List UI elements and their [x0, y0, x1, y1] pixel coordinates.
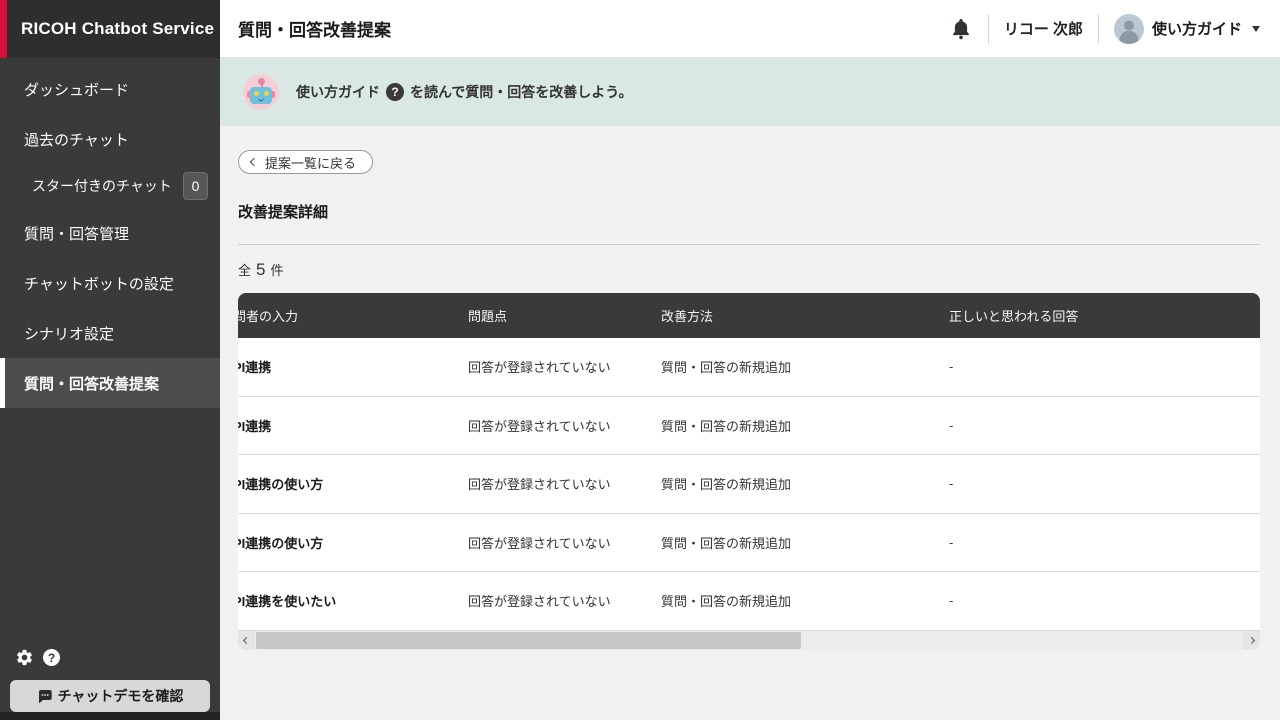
account-menu[interactable]: 使い方ガイド: [1114, 14, 1260, 44]
user-avatar: [1114, 14, 1144, 44]
divider: [1098, 14, 1099, 44]
chat-bubble-icon: [37, 688, 53, 704]
sidebar-nav: ダッシュボード 過去のチャット スター付きのチャット 0 質問・回答管理 チャッ…: [0, 64, 220, 408]
cell-answer: -: [945, 593, 1260, 608]
divider: [238, 244, 1260, 245]
cell-method: 質問・回答の新規追加: [657, 357, 945, 376]
table-row[interactable]: PI連携 回答が登録されていない 質問・回答の新規追加 -: [238, 397, 1260, 456]
sidebar-bottom-strip: [0, 712, 220, 720]
cell-problem: 回答が登録されていない: [464, 357, 657, 376]
scrollbar-right-arrow[interactable]: [1243, 631, 1260, 650]
col-header-problem: 問題点: [464, 306, 657, 325]
table-header-row: 問者の入力 問題点 改善方法 正しいと思われる回答: [238, 293, 1260, 338]
sidebar-item-past-chats[interactable]: 過去のチャット: [0, 114, 220, 164]
account-name: 使い方ガイド: [1152, 18, 1242, 39]
settings-gear-icon[interactable]: [15, 648, 34, 667]
guide-banner: 使い方ガイド ? を読んで質問・回答を改善しよう。: [220, 58, 1280, 126]
sidebar-item-scenario-settings[interactable]: シナリオ設定: [0, 308, 220, 358]
chat-demo-button[interactable]: チャットデモを確認: [10, 680, 210, 712]
cell-input: PI連携を使いたい: [238, 591, 464, 610]
cell-answer: -: [945, 418, 1260, 433]
sidebar-item-label: チャットボットの設定: [24, 273, 174, 294]
cell-problem: 回答が登録されていない: [464, 533, 657, 552]
sidebar-item-chatbot-settings[interactable]: チャットボットの設定: [0, 258, 220, 308]
sidebar-item-label: スター付きのチャット: [32, 176, 172, 196]
cell-input: PI連携の使い方: [238, 474, 464, 493]
cell-answer: -: [945, 535, 1260, 550]
chevron-left-icon: [243, 636, 250, 643]
sidebar-item-label: 質問・回答改善提案: [24, 373, 159, 394]
notification-bell-icon[interactable]: [949, 16, 973, 42]
guide-banner-text: 使い方ガイド ? を読んで質問・回答を改善しよう。: [296, 82, 632, 102]
scrollbar-left-arrow[interactable]: [238, 631, 255, 650]
col-header-improvement: 改善方法: [657, 306, 945, 325]
cell-method: 質問・回答の新規追加: [657, 591, 945, 610]
sidebar-item-qa-management[interactable]: 質問・回答管理: [0, 208, 220, 258]
help-icon[interactable]: ?: [43, 649, 60, 666]
cell-method: 質問・回答の新規追加: [657, 533, 945, 552]
sidebar-item-qa-improvement[interactable]: 質問・回答改善提案: [0, 358, 220, 408]
back-button-label: 提案一覧に戻る: [265, 153, 356, 172]
app-root: RICOH Chatbot Service ダッシュボード 過去のチャット スタ…: [0, 0, 1280, 720]
sidebar-item-dashboard[interactable]: ダッシュボード: [0, 64, 220, 114]
scrollbar-track[interactable]: [255, 631, 1243, 650]
cell-problem: 回答が登録されていない: [464, 474, 657, 493]
cell-answer: -: [945, 476, 1260, 491]
logo-red-accent: [0, 0, 7, 58]
sidebar-item-label: ダッシュボード: [24, 79, 129, 100]
page-title: 質問・回答改善提案: [238, 16, 391, 41]
robot-avatar-icon: [243, 74, 279, 110]
cell-input: PI連携の使い方: [238, 533, 464, 552]
section-title: 改善提案詳細: [238, 201, 1260, 222]
col-header-questioner-input: 問者の入力: [238, 306, 464, 325]
active-indicator: [0, 358, 5, 408]
count-value: 5: [256, 260, 265, 280]
table-row[interactable]: PI連携の使い方 回答が登録されていない 質問・回答の新規追加 -: [238, 514, 1260, 573]
cell-input: PI連携: [238, 416, 464, 435]
cell-answer: -: [945, 359, 1260, 374]
col-header-correct-answer: 正しいと思われる回答: [945, 306, 1260, 325]
main-area: 質問・回答改善提案 リコー 次郎 使い方ガイド: [220, 0, 1280, 720]
chevron-left-icon: [250, 158, 258, 166]
caret-down-icon: [1252, 26, 1260, 32]
starred-count-badge: 0: [183, 172, 208, 200]
sidebar-item-label: 質問・回答管理: [24, 223, 129, 244]
banner-text-after: を読んで質問・回答を改善しよう。: [410, 82, 632, 102]
cell-method: 質問・回答の新規追加: [657, 416, 945, 435]
total-count: 全 5 件: [238, 260, 1260, 280]
cell-method: 質問・回答の新規追加: [657, 474, 945, 493]
table-row[interactable]: PI連携 回答が登録されていない 質問・回答の新規追加 -: [238, 338, 1260, 397]
chevron-right-icon: [1248, 636, 1255, 643]
sidebar-item-starred-chats[interactable]: スター付きのチャット 0: [0, 164, 220, 208]
banner-help-icon[interactable]: ?: [386, 83, 404, 101]
cell-problem: 回答が登録されていない: [464, 416, 657, 435]
cell-input: PI連携: [238, 357, 464, 376]
chat-demo-button-label: チャットデモを確認: [58, 686, 184, 706]
divider: [988, 14, 989, 44]
sidebar: RICOH Chatbot Service ダッシュボード 過去のチャット スタ…: [0, 0, 220, 720]
count-suffix: 件: [270, 260, 283, 279]
content-area: 提案一覧に戻る 改善提案詳細 全 5 件 問者の入力 問題点 改善方法: [220, 126, 1280, 720]
sidebar-item-label: 過去のチャット: [24, 129, 129, 150]
table-row[interactable]: PI連携を使いたい 回答が登録されていない 質問・回答の新規追加 -: [238, 572, 1260, 631]
banner-text-before: 使い方ガイド: [296, 82, 380, 102]
sidebar-footer: ? チャットデモを確認: [0, 648, 220, 712]
user-name: リコー 次郎: [1004, 18, 1083, 39]
cell-problem: 回答が登録されていない: [464, 591, 657, 610]
scrollbar-thumb[interactable]: [256, 632, 801, 649]
app-logo-text: RICOH Chatbot Service: [14, 19, 214, 39]
top-bar: 質問・回答改善提案 リコー 次郎 使い方ガイド: [220, 0, 1280, 58]
count-prefix: 全: [238, 260, 251, 279]
table-row[interactable]: PI連携の使い方 回答が登録されていない 質問・回答の新規追加 -: [238, 455, 1260, 514]
suggestions-table: 問者の入力 問題点 改善方法 正しいと思われる回答 PI連携 回答が登録されてい…: [238, 293, 1260, 650]
app-logo: RICOH Chatbot Service: [0, 0, 220, 58]
back-to-list-button[interactable]: 提案一覧に戻る: [238, 150, 373, 174]
sidebar-item-label: シナリオ設定: [24, 323, 114, 344]
horizontal-scrollbar[interactable]: [238, 631, 1260, 650]
